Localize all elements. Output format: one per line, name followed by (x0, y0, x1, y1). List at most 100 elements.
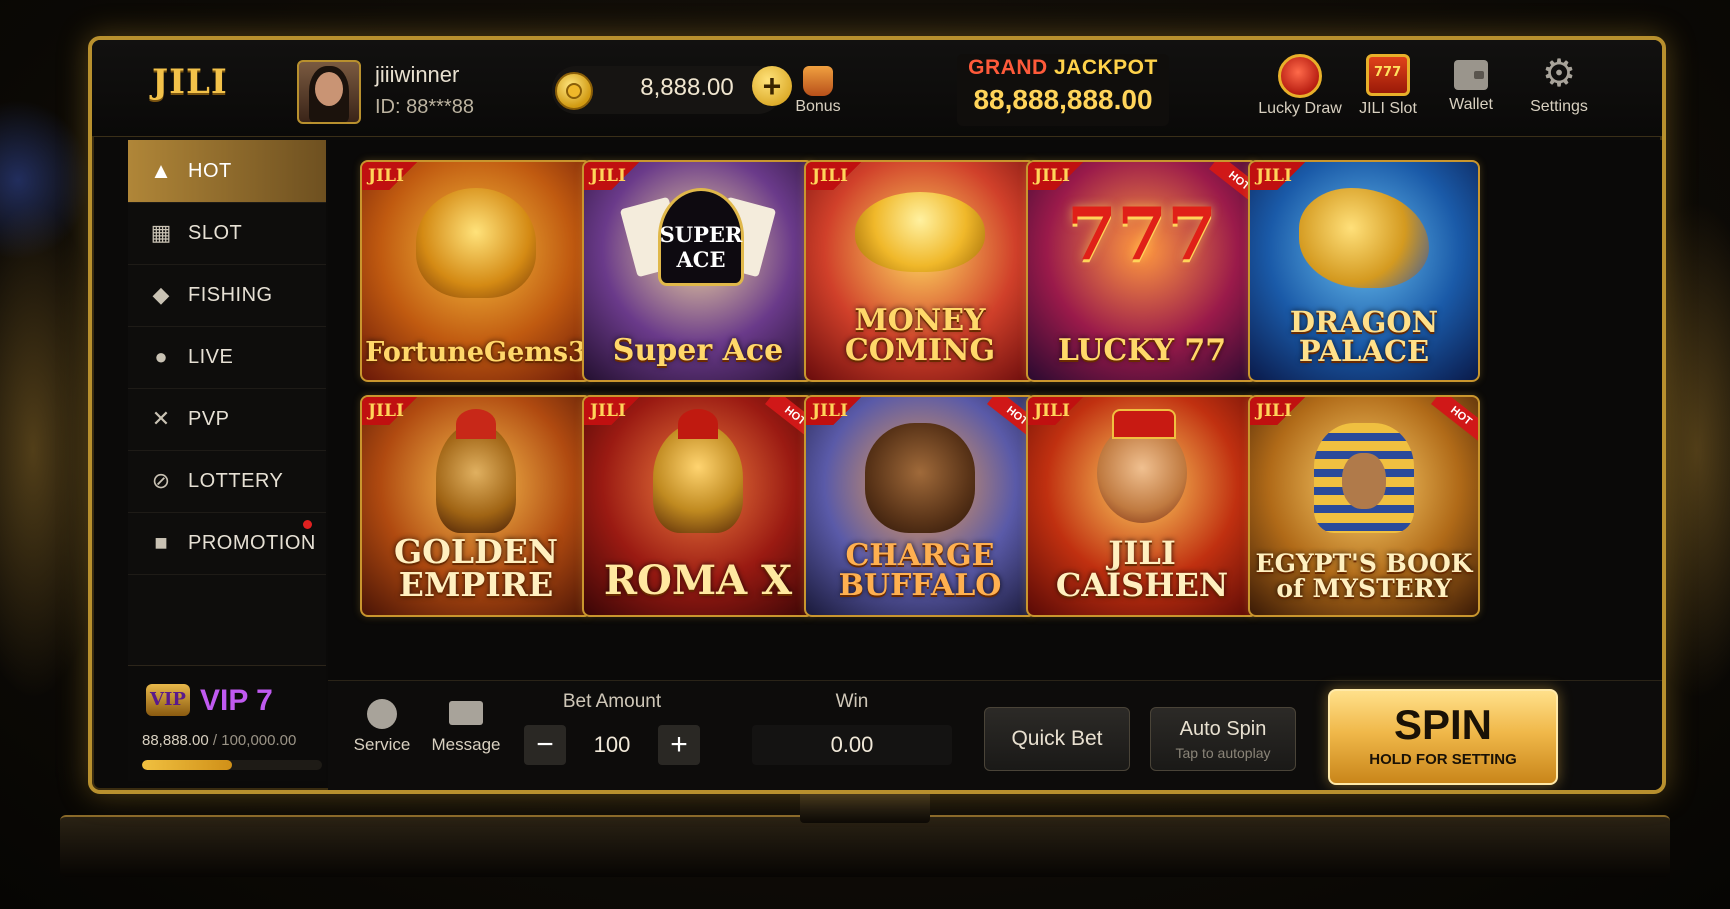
buffalo-art (865, 423, 975, 533)
hot-badge: HOT (1431, 397, 1478, 443)
jili-tag: JILI (806, 162, 870, 190)
slot-icon: ▦ (150, 220, 172, 245)
game-tile-fortune-gems-3[interactable]: JILI FortuneGems3 (360, 160, 592, 382)
vip-progress-fill (142, 760, 232, 770)
sidebar-item-live[interactable]: ● LIVE (128, 326, 326, 389)
bottom-control-bar: Service Message Bet Amount − 100 + Win 0… (328, 680, 1662, 790)
coin-icon (555, 72, 593, 110)
triple-seven-art: 777 (1066, 191, 1218, 276)
sidebar-item-label: FISHING (188, 283, 273, 306)
settings-label: Settings (1530, 98, 1588, 115)
grand-jackpot-label: GRAND JACKPOT (968, 56, 1158, 79)
wallet-button[interactable]: Wallet (1436, 54, 1506, 114)
jili-tag: JILI (1028, 397, 1092, 425)
headset-icon (367, 699, 397, 729)
gear-icon: ⚙ (1541, 53, 1577, 95)
game-tile-golden-empire[interactable]: JILI GOLDEN EMPIRE (360, 395, 592, 617)
caishen-god-art (1097, 409, 1187, 523)
playing-cards-art: SUPER ACE (619, 188, 777, 298)
game-tile-lucky-77[interactable]: JILI HOT 777 LUCKY 77 (1026, 160, 1258, 382)
quick-bet-button[interactable]: Quick Bet (984, 707, 1130, 771)
game-tile-egypts-book-of-mystery[interactable]: JILI HOT EGYPT'S BOOK of MYSTERY (1248, 395, 1480, 617)
sidebar-item-label: LOTTERY (188, 469, 284, 492)
swords-icon: ✕ (151, 406, 171, 431)
vip-level: VIP 7 (200, 684, 273, 717)
win-value: 0.00 (752, 725, 952, 765)
treasure-chest-icon (803, 66, 833, 96)
gladiator-helmet-art (653, 409, 743, 533)
fish-icon: ◆ (152, 282, 170, 307)
bonus-label: Bonus (795, 98, 841, 115)
sidebar-item-hot[interactable]: ▲ HOT (128, 140, 326, 203)
desk-base (60, 815, 1670, 877)
game-title: JILI CAISHEN (1055, 534, 1229, 604)
jili-tag: JILI (1028, 162, 1092, 190)
spin-button[interactable]: SPIN HOLD FOR SETTING (1328, 689, 1558, 785)
pharaoh-art (1314, 423, 1414, 533)
sidebar-item-label: PVP (188, 407, 230, 430)
game-tile-jili-caishen[interactable]: JILI JILI CAISHEN (1026, 395, 1258, 617)
bonus-button[interactable]: Bonus (788, 60, 848, 116)
jili-slot-label: JILI Slot (1359, 100, 1417, 117)
jili-tag: JILI (806, 397, 870, 425)
user-id: ID: 88***88 (375, 96, 474, 118)
balance-amount: 8,888.00 (640, 74, 734, 101)
jili-tag: JILI (584, 162, 648, 190)
sidebar-item-label: PROMOTION (188, 531, 316, 554)
message-button[interactable]: Message (428, 699, 504, 755)
game-tile-money-coming[interactable]: JILI MONEY COMING (804, 160, 1036, 382)
game-title: MONEY COMING (844, 303, 996, 368)
game-title: FortuneGems3 (365, 337, 587, 368)
game-title: GOLDEN EMPIRE (393, 532, 559, 604)
spartan-warrior-art (436, 409, 516, 533)
game-title: LUCKY 77 (1057, 333, 1227, 368)
monitor-screen: JILI jiiiwinner ID: 88***88 8,888.00 + B… (88, 36, 1666, 794)
avatar[interactable] (297, 60, 361, 124)
notification-dot (303, 520, 312, 529)
lottery-ball-icon: ⊘ (151, 468, 171, 493)
lucky-wheel-icon (1278, 54, 1322, 98)
game-grid: JILI FortuneGems3 JILI SUPER ACE Super A… (328, 140, 1662, 789)
jili-logo: JILI (152, 62, 228, 102)
vip-progress-bar (142, 760, 322, 770)
vip-badge-icon: VIP (146, 684, 190, 716)
bet-amount-value[interactable]: 100 (572, 725, 652, 765)
sidebar-item-lottery[interactable]: ⊘ LOTTERY (128, 450, 326, 513)
sidebar-item-pvp[interactable]: ✕ PVP (128, 388, 326, 451)
service-button[interactable]: Service (350, 699, 414, 755)
jili-tag: JILI (1250, 397, 1314, 425)
wallet-icon (1454, 60, 1488, 90)
game-tile-charge-buffalo[interactable]: JILI HOT CHARGE BUFFALO (804, 395, 1036, 617)
sidebar-item-slot[interactable]: ▦ SLOT (128, 202, 326, 265)
golden-lion-art (416, 188, 536, 298)
game-tile-roma-x[interactable]: JILI HOT ROMA X (582, 395, 814, 617)
jili-slot-button[interactable]: 777 JILI Slot (1348, 54, 1428, 118)
bet-decrease-button[interactable]: − (524, 725, 566, 765)
gold-ingot-art (855, 192, 985, 272)
settings-button[interactable]: ⚙ Settings (1524, 54, 1594, 116)
auto-spin-button[interactable]: Auto Spin Tap to autoplay (1150, 707, 1296, 771)
wallet-label: Wallet (1449, 96, 1493, 113)
game-title: CHARGE BUFFALO (838, 538, 1002, 603)
jili-tag: JILI (362, 162, 426, 190)
sidebar-item-label: HOT (188, 159, 232, 182)
bet-amount-label: Bet Amount (562, 691, 662, 712)
game-title: DRAGON PALACE (1289, 305, 1439, 368)
game-title: EGYPT'S BOOK of MYSTERY (1255, 549, 1473, 603)
sidebar-item-promotion[interactable]: ■ PROMOTION (128, 512, 326, 575)
gift-icon: ■ (154, 530, 168, 555)
jili-tag: JILI (584, 397, 648, 425)
vip-panel[interactable]: VIP VIP 7 88,888.00 / 100,000.00 (128, 665, 326, 781)
lucky-draw-label: Lucky Draw (1258, 100, 1342, 117)
top-bar: JILI jiiiwinner ID: 88***88 8,888.00 + B… (92, 40, 1662, 137)
lucky-draw-button[interactable]: Lucky Draw (1255, 54, 1345, 118)
slot-machine-icon: 777 (1366, 54, 1410, 96)
game-tile-dragon-palace[interactable]: JILI DRAGON PALACE (1248, 160, 1480, 382)
grand-jackpot-value: 88,888,888.00 (973, 84, 1153, 115)
add-funds-button[interactable]: + (752, 66, 792, 106)
sidebar-item-fishing[interactable]: ◆ FISHING (128, 264, 326, 327)
vip-progress-text: 88,888.00 / 100,000.00 (142, 732, 297, 749)
bet-increase-button[interactable]: + (658, 725, 700, 765)
dragon-art (1299, 188, 1429, 288)
game-tile-super-ace[interactable]: JILI SUPER ACE Super Ace (582, 160, 814, 382)
